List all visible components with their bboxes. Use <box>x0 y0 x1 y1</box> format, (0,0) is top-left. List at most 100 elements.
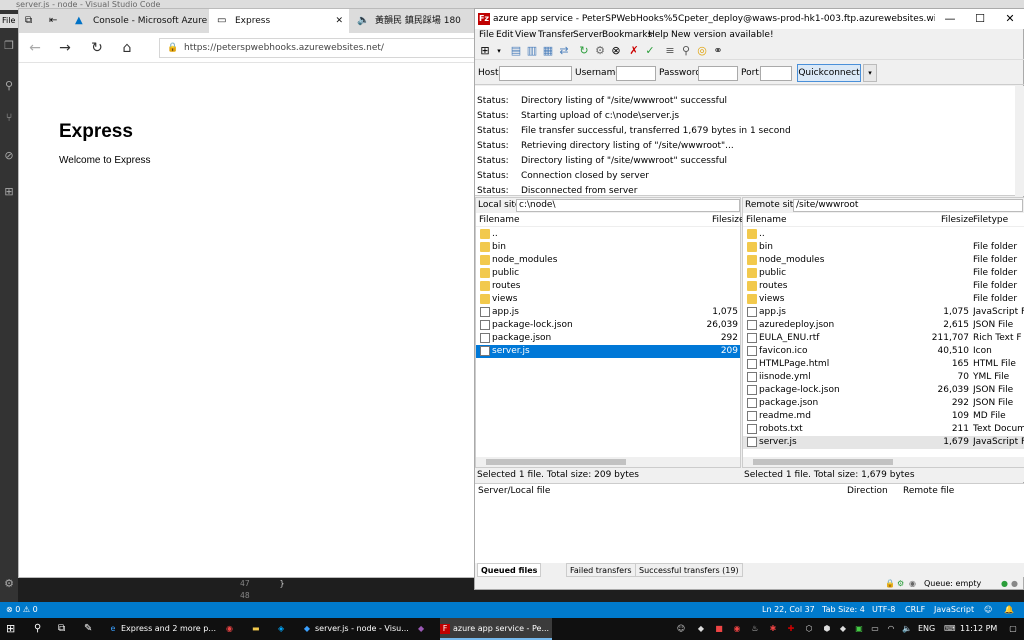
tab-size[interactable]: Tab Size: 4 <box>822 602 865 618</box>
network-icon[interactable]: ◠ <box>886 624 896 634</box>
sync-browse-icon[interactable]: ◎ <box>695 44 709 58</box>
dropdown-arrow-icon[interactable]: ▾ <box>492 44 506 58</box>
col-filesize[interactable]: Filesize <box>712 213 745 227</box>
settings-gear-icon[interactable]: ⚙ <box>3 578 15 590</box>
debug-icon[interactable]: ⊘ <box>3 150 15 162</box>
search-icon[interactable]: ⚲ <box>34 618 48 640</box>
col-remote-file[interactable]: Remote file <box>903 484 954 498</box>
remote-file-row[interactable]: node_modules File folder <box>743 254 1024 267</box>
forward-arrow-icon[interactable]: → <box>55 38 75 58</box>
remote-tree-icon[interactable]: ▦ <box>541 44 555 58</box>
remote-file-row[interactable]: HTMLPage.html 165 HTML File <box>743 358 1024 371</box>
queue-icon[interactable]: ⇄ <box>557 44 571 58</box>
quickconnect-dropdown-icon[interactable]: ▾ <box>863 64 877 82</box>
col-filename[interactable]: Filename <box>746 213 787 227</box>
tab-successful-transfers[interactable]: Successful transfers (19) <box>635 563 743 577</box>
refresh-icon[interactable]: ↻ <box>577 44 591 58</box>
local-file-row[interactable]: package.json 292 <box>476 332 740 345</box>
maximize-icon[interactable]: ☐ <box>965 9 995 29</box>
tab-express[interactable]: ▭ Express ✕ <box>209 9 349 33</box>
col-filename[interactable]: Filename <box>479 213 520 227</box>
remote-site-input[interactable]: /site/wwwroot <box>793 199 1023 212</box>
set-aside-tabs-icon[interactable]: ⇤ <box>43 9 67 33</box>
remote-file-row[interactable]: EULA_ENU.rtf 211,707 Rich Text F <box>743 332 1024 345</box>
tray-app-icon[interactable]: ♨ <box>750 624 760 634</box>
extensions-icon[interactable]: ⊞ <box>3 186 15 198</box>
menu-file[interactable]: File <box>479 29 494 42</box>
local-site-input[interactable]: c:\node\ <box>516 199 740 212</box>
reconnect-icon[interactable]: ✓ <box>643 44 657 58</box>
problems-indicator[interactable]: ⊗ 0 ⚠ 0 <box>6 602 38 618</box>
input-language[interactable]: ENG <box>918 618 938 640</box>
remote-file-row[interactable]: server.js 1,679 JavaScript F <box>743 436 1024 449</box>
files-icon[interactable]: ❐ <box>3 40 15 52</box>
remote-file-row[interactable]: .. <box>743 228 1024 241</box>
menu-bookmarks[interactable]: Bookmarks <box>602 29 652 42</box>
clock[interactable]: 11:12 PM <box>960 618 1004 640</box>
app-icon[interactable]: ✎ <box>84 618 98 640</box>
log-scrollbar[interactable] <box>1015 86 1024 196</box>
language-mode[interactable]: JavaScript <box>934 602 974 618</box>
app-icon[interactable]: ◈ <box>278 618 292 640</box>
refresh-icon[interactable]: ↻ <box>87 38 107 58</box>
local-file-row[interactable]: public <box>476 267 740 280</box>
find-files-icon[interactable]: ⚭ <box>711 44 725 58</box>
tray-app-icon[interactable]: ⬢ <box>822 624 832 634</box>
eol[interactable]: CRLF <box>905 602 925 618</box>
directory-filter-icon[interactable]: ≡ <box>663 44 677 58</box>
menu-view[interactable]: View <box>515 29 536 42</box>
tray-app-icon[interactable]: ✚ <box>786 624 796 634</box>
action-center-icon[interactable]: ▢ <box>1008 624 1018 634</box>
speed-limit-icon[interactable]: ◉ <box>909 577 916 591</box>
keyboard-icon[interactable]: ⌨ <box>944 624 956 634</box>
remote-file-row[interactable]: robots.txt 211 Text Docum <box>743 423 1024 436</box>
cursor-position[interactable]: Ln 22, Col 37 <box>762 602 815 618</box>
back-arrow-icon[interactable]: ← <box>25 38 45 58</box>
remote-file-row[interactable]: favicon.ico 40,510 Icon <box>743 345 1024 358</box>
col-direction[interactable]: Direction <box>847 484 888 498</box>
task-view-icon[interactable]: ⧉ <box>58 618 72 640</box>
local-tree-icon[interactable]: ▥ <box>525 44 539 58</box>
username-input[interactable] <box>616 66 656 81</box>
people-icon[interactable]: ☺ <box>676 624 686 634</box>
remote-file-row[interactable]: bin File folder <box>743 241 1024 254</box>
remote-hscrollbar[interactable] <box>743 457 1024 467</box>
tray-app-icon[interactable]: ▣ <box>854 624 864 634</box>
close-tab-icon[interactable]: ✕ <box>335 9 343 33</box>
disconnect-icon[interactable]: ✗ <box>627 44 641 58</box>
tray-app-icon[interactable]: ◆ <box>696 624 706 634</box>
tray-app-icon[interactable]: ◆ <box>838 624 848 634</box>
vscode-menu-file[interactable]: File <box>0 14 18 28</box>
minimize-icon[interactable]: — <box>935 9 965 29</box>
process-queue-icon[interactable]: ⚙ <box>593 44 607 58</box>
col-server-local[interactable]: Server/Local file <box>478 484 550 498</box>
volume-icon[interactable]: 🔈 <box>902 624 912 634</box>
site-manager-icon[interactable]: ⊞ <box>478 44 492 58</box>
tray-app-icon[interactable]: ■ <box>714 624 724 634</box>
local-file-row[interactable]: app.js 1,075 <box>476 306 740 319</box>
remote-file-row[interactable]: app.js 1,075 JavaScript F <box>743 306 1024 319</box>
remote-file-row[interactable]: routes File folder <box>743 280 1024 293</box>
tab-azure-console[interactable]: ▲ Console - Microsoft Azure <box>67 9 209 33</box>
port-input[interactable] <box>760 66 792 81</box>
local-file-row[interactable]: node_modules <box>476 254 740 267</box>
home-icon[interactable]: ⌂ <box>117 38 137 58</box>
search-icon[interactable]: ⚲ <box>679 44 693 58</box>
message-log-icon[interactable]: ▤ <box>509 44 523 58</box>
tab-failed-transfers[interactable]: Failed transfers <box>566 563 636 577</box>
taskbar-vscode[interactable]: ◆ server.js - node - Visu... <box>302 618 410 640</box>
menu-edit[interactable]: Edit <box>496 29 513 42</box>
menu-help[interactable]: Help <box>648 29 669 42</box>
explorer-icon[interactable]: ▬ <box>252 618 266 640</box>
taskbar-filezilla[interactable]: Fazure app service - Pe... <box>440 618 552 640</box>
source-control-icon[interactable]: ⑂ <box>3 112 15 124</box>
remote-file-row[interactable]: package.json 292 JSON File <box>743 397 1024 410</box>
menu-transfer[interactable]: Transfer <box>538 29 574 42</box>
start-icon[interactable]: ⊞ <box>6 618 28 640</box>
col-filesize[interactable]: Filesize <box>941 213 974 227</box>
tab-actions-icon[interactable]: ⧉ <box>19 9 43 33</box>
remote-file-row[interactable]: public File folder <box>743 267 1024 280</box>
feedback-icon[interactable]: ☺ <box>984 602 992 618</box>
local-file-row[interactable]: .. <box>476 228 740 241</box>
close-icon[interactable]: ✕ <box>995 9 1024 29</box>
